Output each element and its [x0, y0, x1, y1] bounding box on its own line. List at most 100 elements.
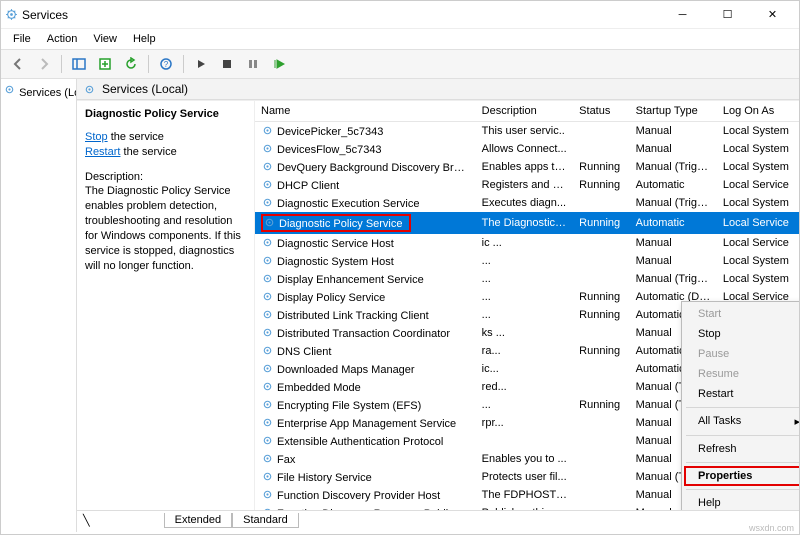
- table-row[interactable]: DevQuery Background Discovery BrokerEnab…: [255, 158, 799, 176]
- service-name-cell[interactable]: Function Discovery Resource Publication: [255, 504, 476, 510]
- service-status-cell: Running: [573, 306, 629, 324]
- service-desc-cell: Allows Connect...: [476, 140, 574, 158]
- service-name-cell[interactable]: Diagnostic Service Host: [255, 234, 476, 252]
- service-gear-icon: [261, 272, 274, 285]
- service-gear-icon: [261, 452, 274, 465]
- service-name-cell[interactable]: Display Enhancement Service: [255, 270, 476, 288]
- service-status-cell: Running: [573, 158, 629, 176]
- service-name-cell[interactable]: Diagnostic Policy Service: [255, 212, 476, 234]
- restart-link[interactable]: Restart: [85, 146, 120, 158]
- service-name-cell[interactable]: Encrypting File System (EFS): [255, 396, 476, 414]
- restart-button[interactable]: [268, 53, 290, 75]
- table-row[interactable]: DevicePicker_5c7343This user servic..Man…: [255, 122, 799, 141]
- service-startup-cell: Manual: [630, 140, 717, 158]
- stop-link[interactable]: Stop: [85, 131, 108, 143]
- service-name: Fax: [277, 454, 295, 466]
- help-button[interactable]: ?: [155, 53, 177, 75]
- service-logon-cell: Local System: [717, 158, 799, 176]
- service-gear-icon: [261, 290, 274, 303]
- tree-root[interactable]: Services (Local: [3, 83, 74, 99]
- service-desc-cell: The Diagnostic ...: [476, 212, 574, 234]
- table-row[interactable]: DevicesFlow_5c7343Allows Connect... Manua…: [255, 140, 799, 158]
- service-logon-cell: Local System: [717, 270, 799, 288]
- service-name-cell[interactable]: DHCP Client: [255, 176, 476, 194]
- ctx-refresh[interactable]: Refresh: [684, 439, 799, 459]
- service-status-cell: [573, 378, 629, 396]
- service-name-cell[interactable]: Embedded Mode: [255, 378, 476, 396]
- menu-file[interactable]: File: [5, 31, 39, 47]
- svg-text:?: ?: [164, 60, 169, 69]
- show-hide-tree-button[interactable]: [68, 53, 90, 75]
- minimize-button[interactable]: ─: [660, 1, 705, 29]
- service-name-cell[interactable]: Diagnostic System Host: [255, 252, 476, 270]
- play-button[interactable]: [190, 53, 212, 75]
- col-name[interactable]: Name: [255, 101, 476, 122]
- ctx-properties[interactable]: Properties: [684, 466, 799, 486]
- menu-action[interactable]: Action: [39, 31, 86, 47]
- table-row[interactable]: Diagnostic Execution ServiceExecutes dia…: [255, 194, 799, 212]
- service-logon-cell: Local System: [717, 194, 799, 212]
- service-name: DevQuery Background Discovery Broker: [277, 162, 475, 174]
- service-name-cell[interactable]: Diagnostic Execution Service: [255, 194, 476, 212]
- service-name-cell[interactable]: Extensible Authentication Protocol: [255, 432, 476, 450]
- col-logon[interactable]: Log On As: [717, 101, 799, 122]
- service-name-cell[interactable]: Fax: [255, 450, 476, 468]
- service-name-cell[interactable]: DevQuery Background Discovery Broker: [255, 158, 476, 176]
- service-name-cell[interactable]: Enterprise App Management Service: [255, 414, 476, 432]
- col-startup[interactable]: Startup Type: [630, 101, 717, 122]
- service-desc-cell: ...: [476, 288, 574, 306]
- maximize-button[interactable]: ☐: [705, 1, 750, 29]
- service-name: Distributed Link Tracking Client: [277, 310, 429, 322]
- service-name-cell[interactable]: Display Policy Service: [255, 288, 476, 306]
- refresh-button[interactable]: [120, 53, 142, 75]
- service-name: Encrypting File System (EFS): [277, 400, 421, 412]
- service-name-cell[interactable]: File History Service: [255, 468, 476, 486]
- ctx-all-tasks[interactable]: All Tasks▸: [684, 411, 799, 432]
- ctx-stop[interactable]: Stop: [684, 324, 799, 344]
- service-status-cell: [573, 194, 629, 212]
- service-status-cell: [573, 360, 629, 378]
- table-row[interactable]: Diagnostic Service Hostic ...ManualLocal…: [255, 234, 799, 252]
- menu-view[interactable]: View: [85, 31, 125, 47]
- service-name-cell[interactable]: Downloaded Maps Manager: [255, 360, 476, 378]
- table-row[interactable]: Diagnostic Policy Service The Diagnostic …: [255, 212, 799, 234]
- tree-pane[interactable]: Services (Local: [1, 79, 77, 532]
- export-list-button[interactable]: [94, 53, 116, 75]
- service-status-cell: [573, 504, 629, 510]
- ctx-pause[interactable]: Pause: [684, 344, 799, 364]
- service-gear-icon: [261, 398, 274, 411]
- service-desc-cell: Registers and u...: [476, 176, 574, 194]
- table-row[interactable]: Diagnostic System Host...ManualLocal Sys…: [255, 252, 799, 270]
- service-desc-cell: Enables apps to...: [476, 158, 574, 176]
- services-list[interactable]: Name Description Status Startup Type Log…: [255, 101, 799, 510]
- ctx-resume[interactable]: Resume: [684, 364, 799, 384]
- stop-button[interactable]: [216, 53, 238, 75]
- service-name-cell[interactable]: Distributed Transaction Coordinator: [255, 324, 476, 342]
- table-row[interactable]: DHCP ClientRegisters and u...RunningAuto…: [255, 176, 799, 194]
- ctx-start[interactable]: Start: [684, 304, 799, 324]
- service-name: Distributed Transaction Coordinator: [277, 328, 450, 340]
- ctx-restart[interactable]: Restart: [684, 384, 799, 404]
- service-name-cell[interactable]: Distributed Link Tracking Client: [255, 306, 476, 324]
- back-button[interactable]: [7, 53, 29, 75]
- tab-standard[interactable]: Standard: [232, 513, 299, 528]
- service-name-cell[interactable]: DevicesFlow_5c7343: [255, 140, 476, 158]
- ctx-help[interactable]: Help: [684, 493, 799, 510]
- stop-suffix: the service: [108, 131, 164, 143]
- menu-help[interactable]: Help: [125, 31, 164, 47]
- tab-extended[interactable]: Extended: [164, 513, 232, 528]
- col-status[interactable]: Status: [573, 101, 629, 122]
- services-tree-icon: [3, 83, 16, 96]
- tabs-footer: ╲ Extended Standard: [77, 510, 799, 532]
- forward-button[interactable]: [33, 53, 55, 75]
- col-description[interactable]: Description: [476, 101, 574, 122]
- service-name-cell[interactable]: Function Discovery Provider Host: [255, 486, 476, 504]
- service-name-cell[interactable]: DevicePicker_5c7343: [255, 122, 476, 141]
- service-name: Diagnostic Policy Service: [279, 218, 403, 230]
- service-name: DevicePicker_5c7343: [277, 126, 383, 138]
- table-row[interactable]: Display Enhancement Service...Manual (Tr…: [255, 270, 799, 288]
- service-desc-cell: rpr...: [476, 414, 574, 432]
- pause-button[interactable]: [242, 53, 264, 75]
- close-button[interactable]: ✕: [750, 1, 795, 29]
- service-name-cell[interactable]: DNS Client: [255, 342, 476, 360]
